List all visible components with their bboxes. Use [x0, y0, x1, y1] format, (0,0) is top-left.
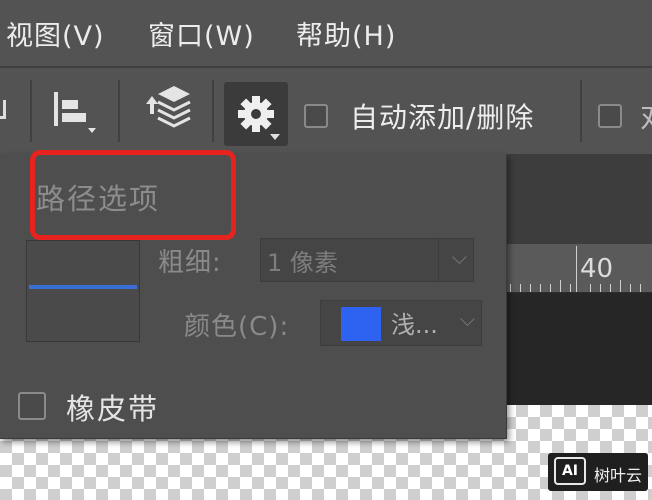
path-alignment-icon[interactable] [50, 88, 100, 138]
ruler-mark-label: 40 [580, 254, 614, 284]
truncated-label: 对 [640, 96, 652, 136]
rubber-band-checkbox[interactable] [18, 392, 46, 420]
align-edges-checkbox[interactable] [598, 104, 622, 128]
chevron-down-icon: ⌵ [459, 307, 475, 331]
path-options-button[interactable] [224, 82, 288, 146]
menu-view[interactable]: 视图(V) [6, 14, 105, 53]
partial-icon [0, 100, 6, 119]
toolbar-divider [212, 80, 214, 142]
auto-add-delete-checkbox[interactable] [304, 104, 328, 128]
toolbar-divider [118, 80, 120, 142]
menu-window[interactable]: 窗口(W) [148, 14, 255, 53]
menu-help[interactable]: 帮助(H) [296, 14, 396, 53]
color-swatch [341, 307, 381, 341]
color-value: 浅... [391, 311, 438, 339]
path-arrangement-icon[interactable] [138, 82, 196, 142]
thickness-label: 粗细: [158, 248, 222, 278]
chevron-down-icon: ⌵ [451, 245, 467, 269]
path-preview-line [29, 285, 137, 289]
document-canvas[interactable] [506, 293, 652, 405]
auto-add-delete-label: 自动添加/删除 [350, 101, 535, 134]
rubber-band-label: 橡皮带 [66, 392, 160, 426]
path-preview [26, 240, 140, 342]
toolbar-divider [580, 80, 582, 142]
color-label: 颜色(C): [184, 312, 290, 342]
watermark: AI 树叶云 [548, 453, 648, 491]
options-toolbar: 自动添加/删除 对 [0, 68, 652, 154]
dropdown-caret-icon [270, 134, 280, 140]
horizontal-ruler[interactable]: 40 [506, 244, 652, 293]
annotation-highlight-box [30, 150, 236, 240]
watermark-text: 树叶云 [594, 466, 643, 485]
watermark-logo: AI [554, 457, 586, 485]
color-select[interactable]: 浅... ⌵ [320, 300, 482, 346]
thickness-value: 1 像素 [267, 249, 338, 277]
toolbar-divider [30, 80, 32, 142]
gear-icon [238, 96, 274, 132]
menu-bar: 视图(V) 窗口(W) 帮助(H) [0, 0, 652, 68]
thickness-select[interactable]: 1 像素 ⌵ [260, 238, 474, 282]
